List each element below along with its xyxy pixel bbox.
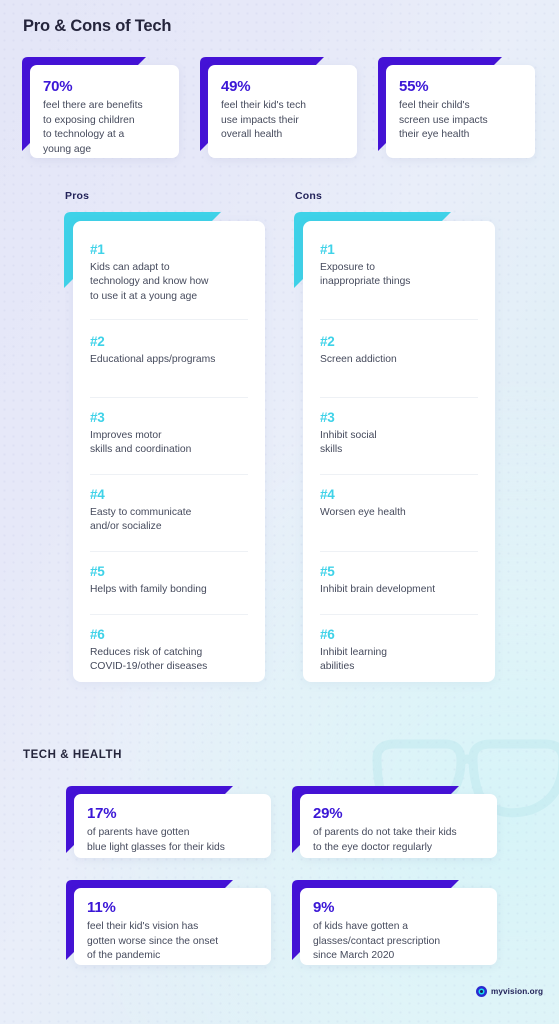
item-divider	[320, 551, 478, 552]
item-rank: #5	[90, 564, 105, 579]
stat-percent: 49%	[221, 78, 251, 95]
item-text: Screen addiction	[320, 353, 397, 365]
page-title: Pro & Cons of Tech	[23, 17, 172, 35]
stat-percent: 55%	[399, 78, 429, 95]
health-card-content: 11% feel their kid's vision has gotten w…	[74, 888, 271, 965]
item-text: Inhibit learning abilities	[320, 646, 387, 673]
list-item: #5 Inhibit brain development	[320, 565, 478, 597]
stat-description: feel their child's screen use impacts th…	[399, 100, 488, 141]
stat-description: of parents do not take their kids to the…	[313, 827, 457, 853]
list-item: #6 Inhibit learning abilities	[320, 628, 478, 675]
health-card-content: 29% of parents do not take their kids to…	[300, 794, 497, 858]
item-text: Exposure to inappropriate things	[320, 261, 411, 288]
item-text: Reduces risk of catching COVID-19/other …	[90, 646, 208, 673]
stat-card-55: 55% feel their child's screen use impact…	[378, 57, 535, 158]
item-divider	[320, 474, 478, 475]
item-rank: #1	[320, 242, 335, 257]
column-label-pros: Pros	[65, 190, 90, 202]
section-title-tech-health: TECH & HEALTH	[23, 749, 122, 761]
pros-list-body: #1 Kids can adapt to technology and know…	[73, 221, 265, 682]
item-text: Inhibit brain development	[320, 583, 436, 595]
item-text: Easty to communicate and/or socialize	[90, 506, 192, 533]
item-text: Improves motor skills and coordination	[90, 429, 192, 456]
stat-percent: 70%	[43, 78, 73, 95]
item-rank: #4	[90, 487, 105, 502]
item-divider	[90, 397, 248, 398]
list-item: #1 Exposure to inappropriate things	[320, 243, 478, 290]
health-card-content: 9% of kids have gotten a glasses/contact…	[300, 888, 497, 965]
column-label-cons: Cons	[295, 190, 323, 202]
item-rank: #5	[320, 564, 335, 579]
list-item: #2 Screen addiction	[320, 335, 478, 367]
stat-description: of kids have gotten a glasses/contact pr…	[313, 921, 441, 962]
stat-card-content: 49% feel their kid's tech use impacts th…	[208, 65, 357, 158]
item-text: Worsen eye health	[320, 506, 406, 518]
footer-logo[interactable]: myvision.org	[476, 986, 543, 997]
item-rank: #2	[320, 334, 335, 349]
item-rank: #6	[320, 627, 335, 642]
item-rank: #6	[90, 627, 105, 642]
stat-card-content: 70% feel there are benefits to exposing …	[30, 65, 179, 158]
item-divider	[320, 397, 478, 398]
item-text: Inhibit social skills	[320, 429, 377, 456]
item-rank: #3	[320, 410, 335, 425]
stat-percent: 29%	[313, 805, 343, 822]
item-divider	[90, 551, 248, 552]
item-text: Educational apps/programs	[90, 353, 216, 365]
stat-description: feel there are benefits to exposing chil…	[43, 100, 143, 155]
list-item: #4 Easty to communicate and/or socialize	[90, 488, 248, 535]
item-rank: #1	[90, 242, 105, 257]
stat-percent: 9%	[313, 899, 335, 916]
list-item: #3 Inhibit social skills	[320, 411, 478, 458]
eye-icon	[476, 986, 487, 997]
list-item: #3 Improves motor skills and coordinatio…	[90, 411, 248, 458]
health-stat-card-17: 17% of parents have gotten blue light gl…	[66, 786, 271, 858]
cons-list-card: #1 Exposure to inappropriate things #2 S…	[294, 212, 495, 682]
list-item: #4 Worsen eye health	[320, 488, 478, 520]
health-stat-card-11: 11% feel their kid's vision has gotten w…	[66, 880, 271, 965]
item-divider	[320, 614, 478, 615]
health-stat-card-9: 9% of kids have gotten a glasses/contact…	[292, 880, 497, 965]
list-item: #6 Reduces risk of catching COVID-19/oth…	[90, 628, 248, 675]
stat-description: of parents have gotten blue light glasse…	[87, 827, 225, 853]
stat-card-content: 55% feel their child's screen use impact…	[386, 65, 535, 158]
item-rank: #2	[90, 334, 105, 349]
item-divider	[90, 474, 248, 475]
pros-list-card: #1 Kids can adapt to technology and know…	[64, 212, 265, 682]
stat-card-49: 49% feel their kid's tech use impacts th…	[200, 57, 357, 158]
list-item: #2 Educational apps/programs	[90, 335, 248, 367]
stat-percent: 11%	[87, 899, 116, 916]
item-rank: #4	[320, 487, 335, 502]
item-text: Kids can adapt to technology and know ho…	[90, 261, 209, 302]
item-text: Helps with family bonding	[90, 583, 207, 595]
item-divider	[90, 319, 248, 320]
item-divider	[320, 319, 478, 320]
item-divider	[90, 614, 248, 615]
logo-text: myvision.org	[491, 987, 544, 996]
list-item: #1 Kids can adapt to technology and know…	[90, 243, 248, 304]
cons-list-body: #1 Exposure to inappropriate things #2 S…	[303, 221, 495, 682]
stat-description: feel their kid's tech use impacts their …	[221, 100, 306, 141]
health-card-content: 17% of parents have gotten blue light gl…	[74, 794, 271, 858]
item-rank: #3	[90, 410, 105, 425]
list-item: #5 Helps with family bonding	[90, 565, 248, 597]
stat-percent: 17%	[87, 805, 117, 822]
stat-description: feel their kid's vision has gotten worse…	[87, 921, 219, 962]
stat-card-70: 70% feel there are benefits to exposing …	[22, 57, 179, 158]
health-stat-card-29: 29% of parents do not take their kids to…	[292, 786, 497, 858]
